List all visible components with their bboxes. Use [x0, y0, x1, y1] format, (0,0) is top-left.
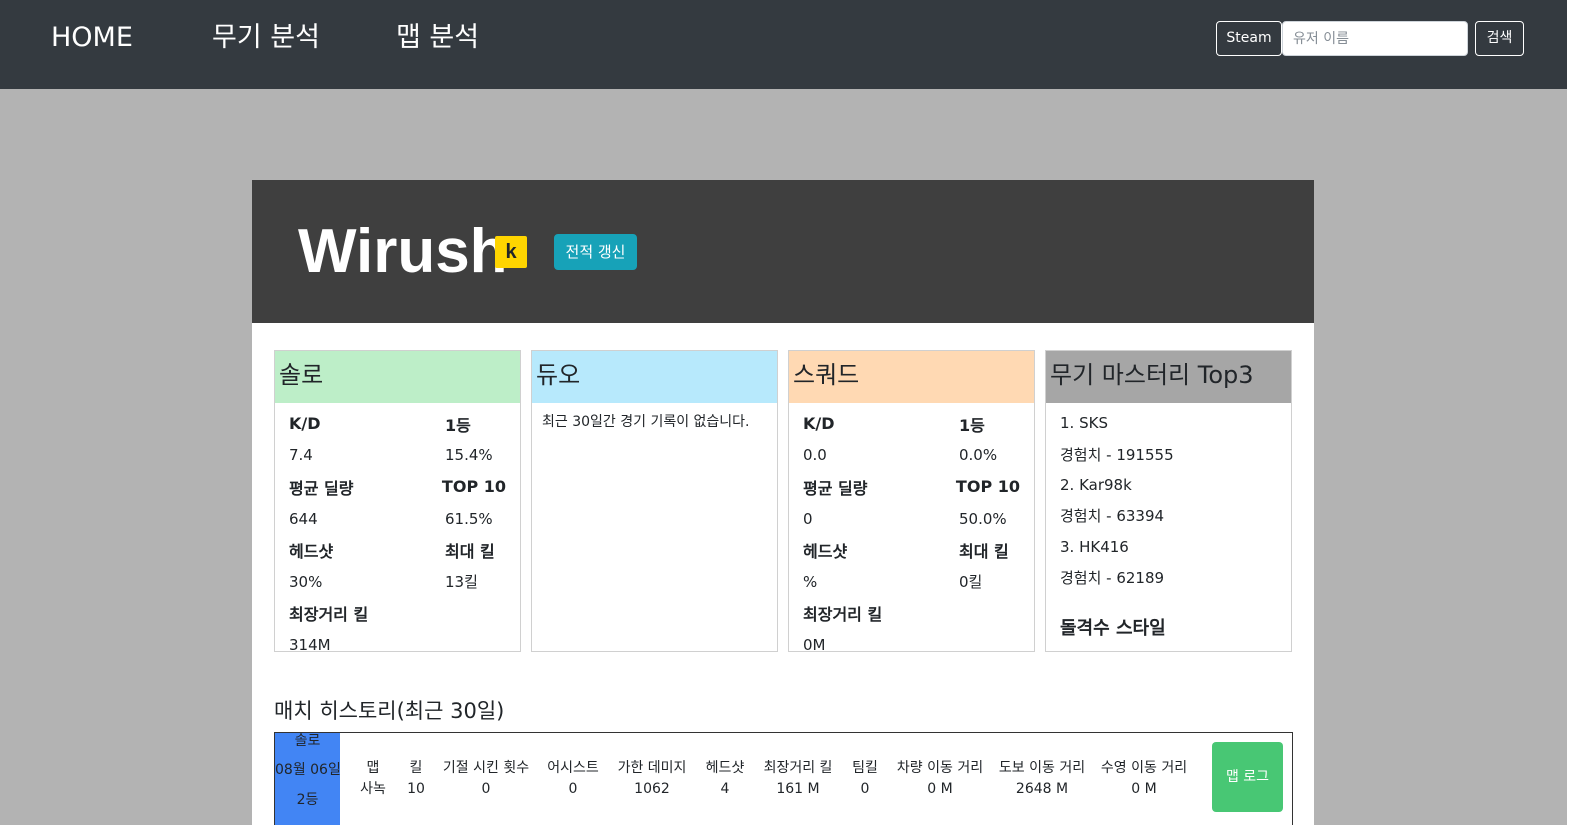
stat-row: 30% 13킬 — [289, 572, 478, 592]
card-title: 무기 마스터리 Top3 — [1046, 351, 1291, 403]
stat-row: K/D 1등 — [289, 414, 471, 435]
scrollbar-track[interactable] — [1567, 0, 1591, 825]
platform-select-button[interactable]: Steam — [1216, 21, 1282, 56]
stat-row: 헤드샷 최대 킬 — [289, 542, 495, 562]
stat-row: 0.0 0.0% — [803, 446, 998, 465]
match-stat-kills: 킬 10 — [407, 760, 425, 797]
stat-row: 헤드샷 최대 킬 — [803, 542, 1009, 562]
weapon-line: 1. SKS — [1060, 414, 1108, 433]
stat-row: 평균 딜량 TOP 10 — [803, 477, 1020, 498]
player-badge: k — [495, 236, 527, 268]
match-date: 08월 06일 — [275, 762, 341, 778]
player-name: Wirush — [298, 217, 508, 286]
match-stat-longest-kill: 최장거리 킬 161 M — [763, 760, 833, 797]
match-mode: 솔로 — [294, 733, 321, 749]
stat-row: 최장거리 킬 — [289, 605, 369, 625]
profile-header: Wirush k 전적 갱신 — [252, 180, 1314, 323]
match-rank: 2등 — [296, 792, 319, 808]
nav-weapon-analysis-link[interactable]: 무기 분석 — [212, 20, 320, 56]
weapon-line: 경험치 - 191555 — [1060, 445, 1174, 464]
card-title: 솔로 — [275, 351, 520, 403]
stat-row: 7.4 15.4% — [289, 446, 493, 465]
match-stat-walk-distance: 도보 이동 거리 2648 M — [998, 760, 1086, 797]
weapon-line: 2. Kar98k — [1060, 475, 1132, 494]
refresh-stats-button[interactable]: 전적 갱신 — [554, 234, 637, 270]
map-log-button[interactable]: 맵 로그 — [1212, 742, 1283, 812]
empty-message: 최근 30일간 경기 기록이 없습니다. — [542, 414, 750, 430]
profile-container: Wirush k 전적 갱신 솔로 K/D 1등 7.4 15.4% 평균 딜량 TO… — [252, 180, 1314, 825]
stat-row: 평균 딜량 TOP 10 — [289, 477, 506, 498]
play-style: 돌격수 스타일 — [1060, 617, 1166, 639]
stat-row: 0 50.0% — [803, 509, 1007, 528]
search-button[interactable]: 검색 — [1475, 21, 1524, 56]
stat-row: K/D 1등 — [803, 414, 985, 435]
search-input[interactable] — [1282, 21, 1468, 56]
nav-map-analysis-link[interactable]: 맵 분석 — [396, 20, 479, 56]
weapon-line: 3. HK416 — [1060, 537, 1129, 556]
match-stat-assists: 어시스트 0 — [547, 760, 599, 797]
match-stat-damage: 가한 데미지 1062 — [617, 760, 687, 797]
match-stat-team-kills: 팀킬 0 — [852, 760, 878, 797]
weapon-line: 경험치 - 62189 — [1060, 568, 1165, 587]
stat-row: 최장거리 킬 — [803, 605, 883, 625]
card-title: 듀오 — [532, 351, 777, 403]
duo-stats-card: 듀오 최근 30일간 경기 기록이 없습니다. — [531, 350, 778, 652]
nav-home-link[interactable]: HOME — [51, 20, 133, 56]
match-type-block: 솔로 08월 06일 2등 — [275, 733, 341, 825]
squad-stats-card: 스쿼드 K/D 1등 0.0 0.0% 평균 딜량 TOP 10 0 50.0% 헤드샷… — [788, 350, 1035, 654]
stat-row: 314M — [289, 635, 331, 654]
match-stat-knockdowns: 기절 시킨 횟수 0 — [442, 760, 530, 797]
card-title: 스쿼드 — [789, 351, 1034, 403]
weapon-line: 경험치 - 63394 — [1060, 507, 1165, 526]
solo-stats-card: 솔로 K/D 1등 7.4 15.4% 평균 딜량 TOP 10 644 61.5% 헤… — [274, 350, 521, 654]
match-row: 솔로 08월 06일 2등 맵 사녹 킬 10 기절 시킨 횟수 0 어시스트 0 가한… — [274, 732, 1293, 825]
match-history-title: 매치 히스토리(최근 30일) — [274, 699, 505, 723]
match-stat-vehicle-distance: 차량 이동 거리 0 M — [896, 760, 984, 797]
weapon-mastery-card: 무기 마스터리 Top3 1. SKS 경험치 - 191555 2. Kar9… — [1045, 350, 1292, 652]
stat-row: 644 61.5% — [289, 509, 493, 528]
stat-row: 0M — [803, 635, 826, 654]
match-stat-swim-distance: 수영 이동 거리 0 M — [1100, 760, 1188, 797]
match-stat-headshots: 헤드샷 4 — [705, 760, 745, 797]
top-navbar: HOME 무기 분석 맵 분석 Steam 검색 — [0, 0, 1591, 89]
stat-row: % 0킬 — [803, 572, 983, 592]
match-stat-map: 맵 사녹 — [360, 760, 386, 797]
